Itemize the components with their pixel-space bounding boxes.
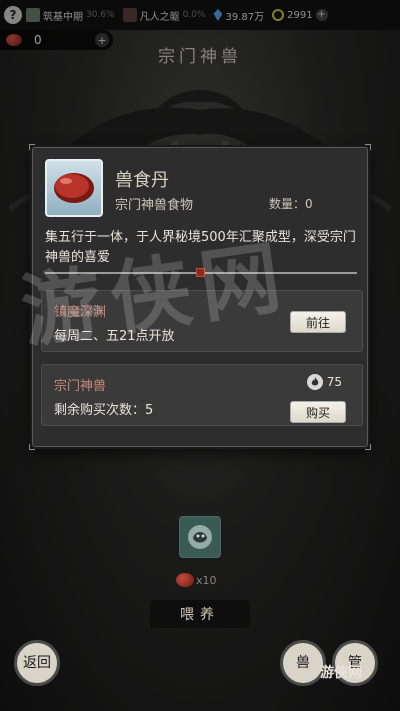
beast-head-icon: [188, 525, 212, 549]
source-schedule: 每周二、五21点开放: [54, 329, 175, 344]
price: 75: [306, 374, 342, 390]
source-sect-beast-shop: 宗门神兽 剩余购买次数：5 75 购买: [41, 364, 363, 426]
goto-button[interactable]: 前往: [290, 311, 346, 333]
feed-button[interactable]: 喂养: [150, 600, 250, 628]
source-title: 镇魔深渊: [54, 305, 107, 320]
item-name: 兽食丹: [115, 170, 169, 191]
item-description: 集五行于一体，于人界秘境500年汇聚成型，深受宗门神兽的喜爱: [45, 230, 356, 265]
divider-ornament: [196, 268, 205, 277]
beast-slot[interactable]: [179, 516, 221, 558]
feed-cost-count: x10: [196, 573, 217, 587]
item-detail-panel: 兽食丹 宗门神兽食物 数量：0 集五行于一体，于人界秘境500年汇聚成型，深受宗…: [29, 144, 371, 450]
source-title: 宗门神兽: [54, 379, 107, 394]
feed-cost: x10: [176, 573, 217, 587]
back-button[interactable]: 返回: [14, 640, 60, 686]
watermark-logo: 游侠网: [320, 665, 362, 681]
item-type: 宗门神兽食物: [115, 198, 194, 213]
price-value: 75: [326, 375, 342, 389]
pill-icon: [176, 573, 194, 587]
source-demon-abyss: 镇魔深渊 每周二、五21点开放 前往: [41, 290, 363, 352]
buy-button[interactable]: 购买: [290, 401, 346, 423]
item-quantity: 数量：0: [269, 197, 313, 211]
remaining-purchases: 剩余购买次数：5: [54, 403, 154, 418]
beast-food-pill-icon: [45, 159, 103, 217]
flame-currency-icon: [306, 374, 323, 390]
